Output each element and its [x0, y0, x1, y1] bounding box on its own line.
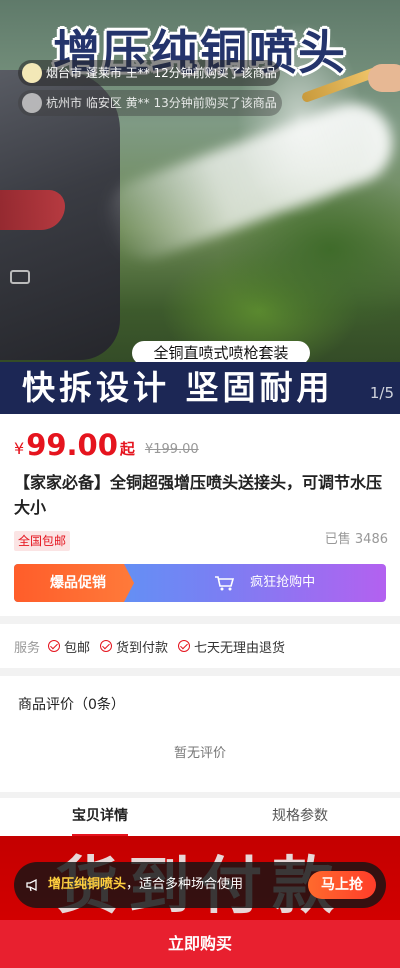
floating-highlight: 增压纯铜喷头 [48, 877, 127, 892]
ticker-text: 杭州市 临安区 黄** 13分钟前购买了该商品 [46, 96, 277, 110]
check-circle-icon [178, 640, 191, 652]
price-section: ¥ 99.00 起 ¥199.00 【家家必备】全铜超强增压喷头送接头，可调节水… [0, 414, 400, 616]
service-item: 包邮 [48, 637, 90, 656]
service-item: 货到付款 [100, 637, 168, 656]
tab-details[interactable]: 宝贝详情 [0, 798, 200, 836]
cart-icon [215, 575, 235, 590]
grab-now-button[interactable]: 马上抢 [308, 871, 376, 899]
reviews-heading[interactable]: 商品评价（0条） [18, 694, 125, 714]
buy-now-button[interactable]: 立即购买 [0, 920, 400, 968]
service-item-label: 货到付款 [116, 640, 169, 656]
buyer-avatar [22, 93, 42, 113]
reviews-section: 商品评价（0条） 暂无评价 [0, 676, 400, 792]
product-page: 增压纯铜喷头 烟台市 蓬莱市 王** 12分钟前购买了该商品 杭州市 临安区 黄… [0, 0, 400, 968]
car-taillight [0, 190, 65, 230]
promo-bar[interactable]: 爆品促销 疯狂抢购中 [14, 564, 386, 602]
purchase-ticker: 杭州市 临安区 黄** 13分钟前购买了该商品 [18, 90, 282, 116]
promo-status: 疯狂抢购中 [214, 564, 315, 602]
service-label: 服务 [14, 640, 41, 656]
check-circle-icon [48, 640, 61, 652]
image-pager: 1/5 [369, 384, 394, 402]
original-price: ¥199.00 [144, 442, 199, 457]
purchase-ticker: 烟台市 蓬莱市 王** 12分钟前购买了该商品 [18, 60, 280, 86]
megaphone-icon [26, 878, 37, 892]
price-row: ¥ 99.00 起 ¥199.00 [14, 426, 199, 462]
tab-specs[interactable]: 规格参数 [200, 798, 400, 836]
price-suffix: 起 [119, 440, 135, 458]
product-title: 【家家必备】全铜超强增压喷头送接头，可调节水压大小 [14, 473, 383, 517]
floating-promo-bar[interactable]: 增压纯铜喷头，适合多种场合使用 马上抢 [14, 862, 386, 908]
shipping-tag: 全国包邮 [14, 531, 71, 551]
currency-symbol: ¥ [14, 439, 25, 458]
car-badge [10, 270, 30, 284]
product-image-carousel[interactable]: 增压纯铜喷头 烟台市 蓬莱市 王** 12分钟前购买了该商品 杭州市 临安区 黄… [0, 0, 400, 414]
service-row[interactable]: 服务 包邮 货到付款 七天无理由退货 [0, 624, 400, 668]
service-item-label: 包邮 [64, 640, 91, 656]
floating-text: ，适合多种场合使用 [126, 877, 244, 892]
service-item: 七天无理由退货 [178, 637, 285, 656]
price: 99.00 [26, 428, 118, 462]
sold-count: 已售 3486 [324, 532, 388, 547]
promo-label: 爆品促销 [14, 564, 134, 602]
ticker-text: 烟台市 蓬莱市 王** 12分钟前购买了该商品 [46, 66, 277, 80]
buyer-avatar [22, 63, 42, 83]
check-circle-icon [100, 640, 113, 652]
service-item-label: 七天无理由退货 [194, 640, 286, 656]
promo-status-text: 疯狂抢购中 [250, 575, 316, 590]
water-spray [94, 92, 400, 271]
hero-bottom-banner: 快拆设计 坚固耐用 [0, 362, 400, 414]
reviews-empty-text: 暂无评价 [173, 746, 226, 761]
detail-tabs: 宝贝详情 规格参数 [0, 798, 400, 836]
